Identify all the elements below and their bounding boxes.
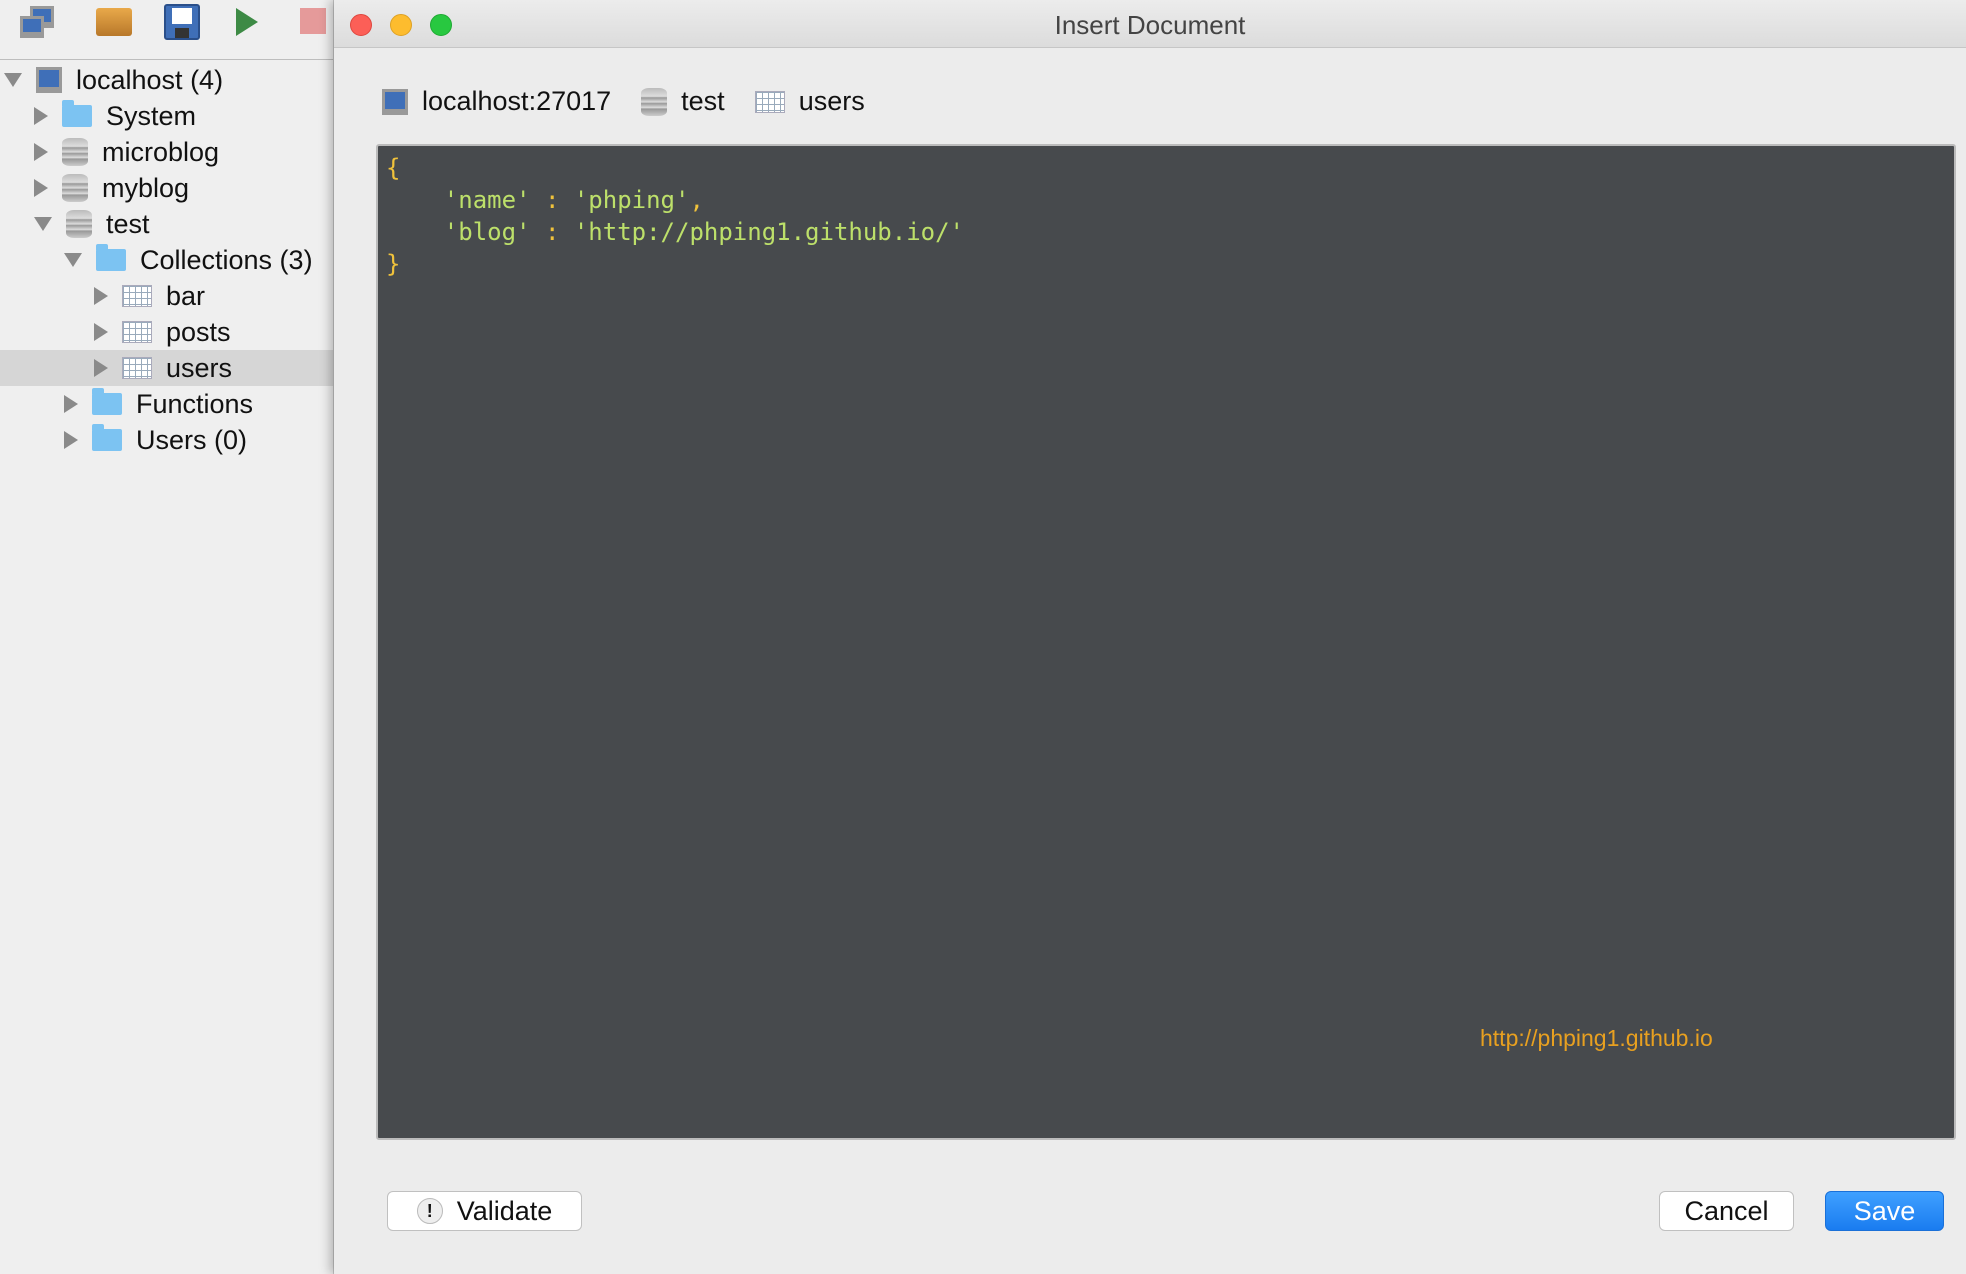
tree-item[interactable]: posts [0,314,333,350]
validate-button[interactable]: ! Validate [387,1191,582,1231]
folder-icon [62,100,92,127]
toolbar [0,0,333,60]
tree-item[interactable]: test [0,206,333,242]
server-icon [36,67,62,93]
tree-item-label: test [106,208,150,239]
tree-item-label: Collections (3) [140,244,313,275]
connection-tree: localhost (4) System microblog myblog test Co… [0,62,333,458]
code-value: 'http://phping1.github.io/' [573,218,964,246]
cancel-label: Cancel [1684,1195,1769,1226]
disclosure-collapsed-icon[interactable] [34,143,48,161]
close-button[interactable] [350,14,372,36]
code-brace: } [386,250,401,278]
connect-icon[interactable] [20,4,56,40]
tree-item[interactable]: Users (0) [0,422,333,458]
document-editor[interactable]: { 'name' : 'phping', 'blog' : 'http://ph… [376,144,1956,1140]
tree-item-label: users [166,352,233,383]
tree-item[interactable]: microblog [0,134,333,170]
database-icon [62,138,88,166]
validate-label: Validate [456,1195,553,1226]
tree-item-label: myblog [102,172,190,203]
breadcrumb: localhost:27017 test users [382,86,895,117]
collection-icon [122,321,152,343]
code-key: 'blog' [443,218,531,246]
save-icon[interactable] [164,4,200,40]
collection-icon [122,285,152,307]
disclosure-collapsed-icon[interactable] [94,359,108,377]
disclosure-collapsed-icon[interactable] [94,323,108,341]
save-button[interactable]: Save [1825,1191,1944,1231]
disclosure-expanded-icon[interactable] [34,217,52,231]
tree-item-label: Functions [136,388,254,419]
disclosure-collapsed-icon[interactable] [64,395,78,413]
title-bar: Insert Document [334,0,1966,48]
disclosure-collapsed-icon[interactable] [64,431,78,449]
disclosure-collapsed-icon[interactable] [94,287,108,305]
tree-item[interactable]: users [0,350,333,386]
dialog-title: Insert Document [1054,10,1246,40]
tree-item[interactable]: myblog [0,170,333,206]
breadcrumb-database: test [681,86,725,116]
code-brace: { [386,154,401,182]
tree-item[interactable]: localhost (4) [0,62,333,98]
tree-item-label: System [106,100,197,131]
code-value: 'phping' [573,186,690,214]
database-icon [62,174,88,202]
sidebar: localhost (4) System microblog myblog test Co… [0,0,334,1274]
minimize-button[interactable] [390,14,412,36]
folder-icon [92,424,122,451]
open-folder-icon[interactable] [96,8,132,36]
tree-item-label: posts [166,316,231,347]
warning-icon: ! [416,1198,443,1224]
tree-item-label: bar [166,280,206,311]
collection-icon [754,90,785,113]
stop-icon[interactable] [300,8,326,34]
database-icon [641,87,668,116]
folder-icon [92,388,122,415]
insert-document-dialog: Insert Document localhost:27017 test use… [334,0,1966,1274]
server-icon [382,88,408,115]
disclosure-expanded-icon[interactable] [4,73,22,87]
collection-icon [122,357,152,379]
watermark: http://phping1.github.io [1480,1025,1713,1051]
database-icon [66,210,92,238]
breadcrumb-server: localhost:27017 [422,86,612,116]
tree-item-label: localhost (4) [76,64,224,95]
tree-item[interactable]: Functions [0,386,333,422]
tree-item[interactable]: System [0,98,333,134]
tree-item-label: Users (0) [136,424,248,455]
cancel-button[interactable]: Cancel [1659,1191,1794,1231]
tree-item-label: microblog [102,136,220,167]
save-label: Save [1853,1195,1916,1226]
disclosure-collapsed-icon[interactable] [34,107,48,125]
tree-item[interactable]: bar [0,278,333,314]
disclosure-expanded-icon[interactable] [64,253,82,267]
folder-icon [96,244,126,271]
disclosure-collapsed-icon[interactable] [34,179,48,197]
maximize-button[interactable] [430,14,452,36]
breadcrumb-collection: users [798,86,865,116]
code-key: 'name' [443,186,531,214]
tree-item[interactable]: Collections (3) [0,242,333,278]
run-icon[interactable] [236,8,258,36]
